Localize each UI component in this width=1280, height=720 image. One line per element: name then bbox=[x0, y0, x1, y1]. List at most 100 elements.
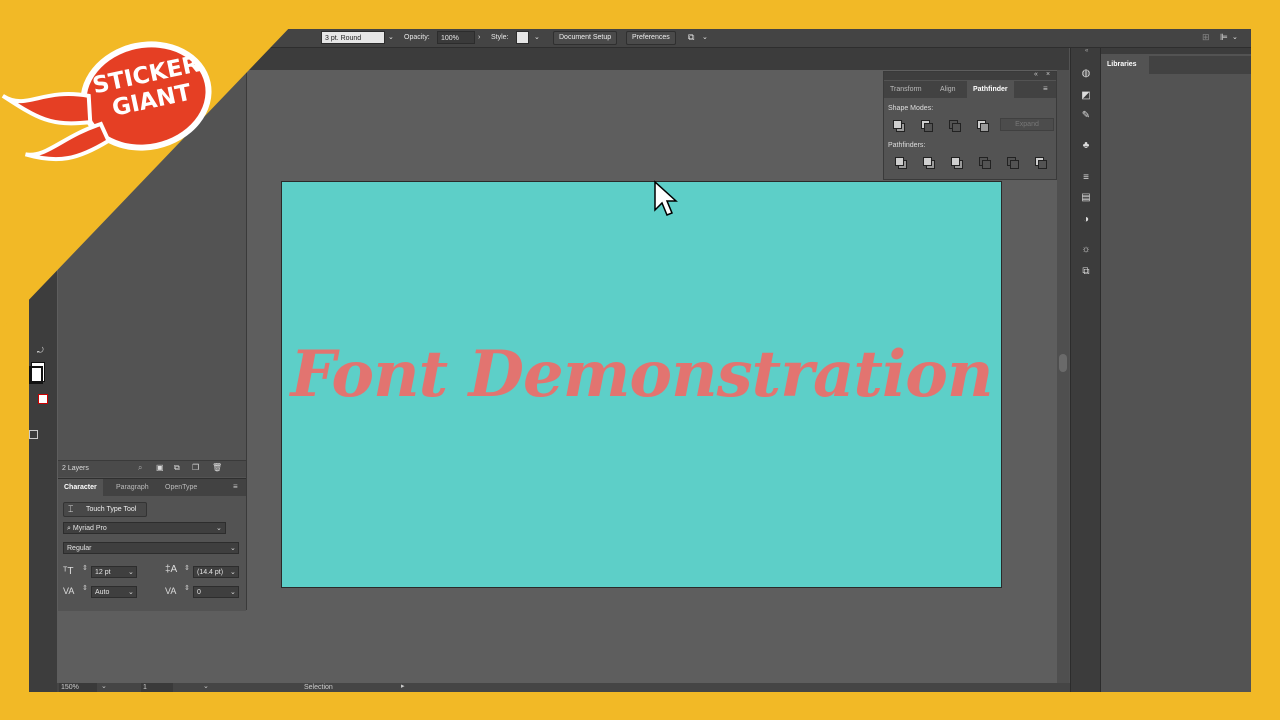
document-setup-button[interactable]: Document Setup bbox=[553, 31, 618, 45]
transparency-icon[interactable]: ◑ bbox=[1079, 214, 1093, 226]
tab-pathfinder[interactable]: Pathfinder bbox=[967, 81, 1014, 98]
symbols-icon[interactable]: ♣ bbox=[1079, 140, 1093, 152]
crop-icon[interactable] bbox=[979, 157, 991, 169]
touch-type-icon: ⌶ bbox=[68, 504, 74, 514]
tab-opentype[interactable]: OpenType bbox=[159, 479, 203, 496]
artboard-text[interactable]: Font Demonstration bbox=[282, 337, 1001, 412]
preferences-button[interactable]: Preferences bbox=[626, 31, 676, 45]
panel-title-bar[interactable] bbox=[1101, 48, 1251, 54]
character-panel-tabs: Character Paragraph OpenType ≡ bbox=[58, 479, 246, 496]
pathfinders-label: Pathfinders: bbox=[888, 142, 926, 149]
swap-colors-icon[interactable]: ⤾ bbox=[37, 346, 44, 356]
zoom-field[interactable]: 150% bbox=[59, 683, 97, 692]
grid-icon[interactable]: ⊞ bbox=[1202, 31, 1210, 44]
stroke-color-swatch[interactable] bbox=[29, 366, 43, 384]
chevron-down-icon[interactable]: ⌄ bbox=[230, 588, 236, 596]
status-bar: 150% ⌄ 1 ⌄ Selection ▸ bbox=[57, 683, 1070, 692]
chevron-down-icon[interactable]: ⌄ bbox=[230, 568, 236, 576]
collapse-icon[interactable]: « bbox=[1085, 48, 1088, 54]
new-layer-icon[interactable]: ❐ bbox=[192, 463, 199, 472]
libraries-panel: Libraries bbox=[1100, 48, 1251, 692]
font-family-value: Myriad Pro bbox=[72, 525, 107, 532]
stepper-icon[interactable]: ⇕ bbox=[184, 564, 190, 572]
artboard-number-field[interactable]: 1 bbox=[141, 683, 173, 692]
pen-tool-icon[interactable]: ✎ bbox=[1079, 110, 1093, 122]
chevron-down-icon[interactable]: ⌄ bbox=[203, 682, 209, 690]
arrange-icon[interactable]: ⧉ bbox=[688, 31, 694, 44]
vertical-scrollbar[interactable] bbox=[1057, 70, 1069, 683]
merge-icon[interactable] bbox=[951, 157, 963, 169]
minus-back-icon[interactable] bbox=[1035, 157, 1047, 169]
trash-icon[interactable]: 🗑 bbox=[212, 463, 222, 472]
outline-icon[interactable] bbox=[1007, 157, 1019, 169]
locate-object-icon[interactable]: ⌕ bbox=[138, 463, 142, 473]
expand-button[interactable]: Expand bbox=[1000, 118, 1054, 131]
stroke-icon[interactable]: ≡ bbox=[1079, 172, 1093, 184]
trim-icon[interactable] bbox=[923, 157, 935, 169]
asset-export-icon[interactable]: ⧉ bbox=[1079, 266, 1093, 278]
stepper-icon[interactable]: ⇕ bbox=[82, 584, 88, 592]
collapse-icon[interactable]: « bbox=[1034, 71, 1038, 78]
chevron-right-icon[interactable]: ▸ bbox=[401, 682, 405, 690]
logo-shape bbox=[0, 0, 316, 330]
exclude-icon[interactable] bbox=[977, 120, 989, 132]
artboard[interactable]: Font Demonstration bbox=[281, 181, 1002, 588]
color-theme-icon[interactable]: ◍ bbox=[1079, 68, 1093, 80]
font-family-field[interactable]: ⌕ Myriad Pro bbox=[63, 522, 226, 534]
touch-type-tool-button[interactable]: ⌶ Touch Type Tool bbox=[63, 502, 147, 517]
chevron-down-icon[interactable]: ⌄ bbox=[216, 524, 222, 532]
touch-type-label: Touch Type Tool bbox=[86, 506, 137, 513]
font-style-field[interactable]: Regular bbox=[63, 542, 239, 554]
appearance-icon[interactable]: ☼ bbox=[1079, 244, 1093, 256]
chevron-right-icon[interactable]: › bbox=[478, 31, 480, 44]
new-sublayer-icon[interactable]: ⧉ bbox=[174, 463, 180, 473]
chevron-down-icon[interactable]: ⌄ bbox=[230, 544, 236, 552]
graphic-style-swatch[interactable] bbox=[516, 31, 529, 44]
vertical-scroll-thumb[interactable] bbox=[1059, 354, 1067, 372]
tab-transform[interactable]: Transform bbox=[884, 81, 928, 98]
layers-count: 2 Layers bbox=[62, 465, 89, 472]
chevron-down-icon[interactable]: ⌄ bbox=[702, 31, 708, 44]
tab-character[interactable]: Character bbox=[58, 479, 103, 496]
tab-paragraph[interactable]: Paragraph bbox=[110, 479, 155, 496]
chevron-down-icon[interactable]: ⌄ bbox=[534, 31, 540, 44]
current-tool-label: Selection bbox=[304, 684, 333, 691]
screen-mode-icon[interactable] bbox=[29, 430, 38, 439]
character-panel: Character Paragraph OpenType ≡ ⌶ Touch T… bbox=[58, 478, 246, 611]
stroke-profile-select[interactable]: 3 pt. Round bbox=[321, 31, 385, 44]
chevron-down-icon[interactable]: ⌄ bbox=[1232, 31, 1238, 44]
gradient-icon[interactable]: ▤ bbox=[1079, 192, 1093, 204]
close-icon[interactable]: × bbox=[1046, 71, 1050, 78]
unite-icon[interactable] bbox=[893, 120, 905, 132]
font-size-icon: ᵀT bbox=[63, 566, 74, 577]
panel-menu-icon[interactable]: ≡ bbox=[233, 482, 238, 491]
brand-logo-overlay: STICKER GIANT bbox=[0, 0, 330, 330]
none-color-icon[interactable] bbox=[38, 394, 48, 404]
divide-icon[interactable] bbox=[895, 157, 907, 169]
minus-front-icon[interactable] bbox=[921, 120, 933, 132]
opacity-input[interactable]: 100% bbox=[437, 31, 475, 44]
tab-align[interactable]: Align bbox=[934, 81, 962, 98]
chevron-down-icon[interactable]: ⌄ bbox=[128, 568, 134, 576]
panel-title-bar[interactable]: « × bbox=[884, 71, 1056, 80]
shape-modes-label: Shape Modes: bbox=[888, 105, 934, 112]
opacity-label: Opacity: bbox=[404, 34, 430, 41]
chevron-down-icon[interactable]: ⌄ bbox=[388, 31, 394, 44]
style-label: Style: bbox=[491, 34, 509, 41]
kerning-icon: VA bbox=[63, 586, 75, 596]
chevron-down-icon[interactable]: ⌄ bbox=[128, 588, 134, 596]
panel-menu-icon[interactable]: ≡ bbox=[1043, 84, 1048, 93]
color-guide-icon[interactable]: ◩ bbox=[1079, 90, 1093, 102]
intersect-icon[interactable] bbox=[949, 120, 961, 132]
stepper-icon[interactable]: ⇕ bbox=[82, 564, 88, 572]
right-panel-dock: « ◍ ◩ ✎ ♣ ≡ ▤ ◑ ☼ ⧉ bbox=[1070, 48, 1101, 692]
chevron-down-icon[interactable]: ⌄ bbox=[101, 682, 107, 690]
clipping-mask-icon[interactable]: ▣ bbox=[156, 463, 164, 472]
tracking-icon: VA bbox=[165, 586, 177, 596]
pathfinder-panel: « × Transform Align Pathfinder ≡ Shape M… bbox=[883, 71, 1057, 180]
align-icon[interactable]: ⊫ bbox=[1220, 31, 1228, 44]
pathfinder-panel-tabs: Transform Align Pathfinder ≡ bbox=[884, 81, 1056, 98]
layers-footer: 2 Layers ⌕ ▣ ⧉ ❐ 🗑 bbox=[58, 460, 246, 477]
stepper-icon[interactable]: ⇕ bbox=[184, 584, 190, 592]
libraries-tab[interactable]: Libraries bbox=[1101, 56, 1149, 74]
